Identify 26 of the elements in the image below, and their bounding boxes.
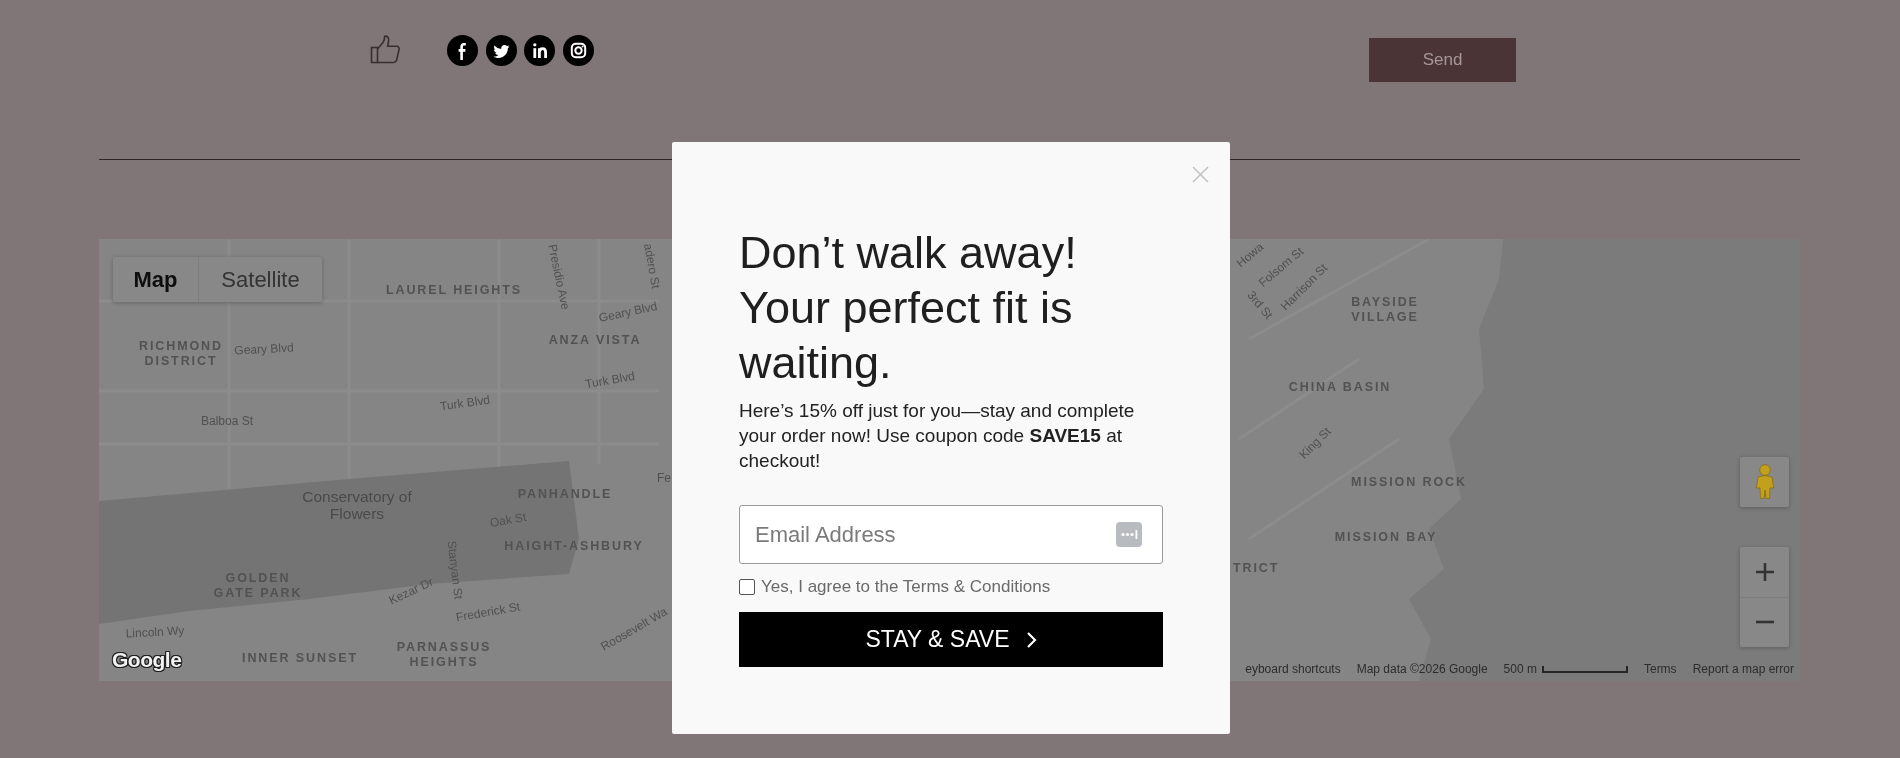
minus-icon [1754, 620, 1775, 625]
map-type-tab[interactable]: Map [113, 257, 198, 302]
thumbs-up-icon[interactable] [370, 34, 401, 66]
scale-bar-icon [1541, 665, 1628, 673]
terms-link[interactable]: Terms [1643, 662, 1677, 676]
stay-and-save-button[interactable]: STAY & SAVE [739, 612, 1163, 667]
terms-checkbox[interactable] [739, 579, 755, 595]
scale-text: 500 m [1503, 662, 1537, 676]
chevron-right-icon [1025, 630, 1037, 649]
report-error-link[interactable]: Report a map error [1692, 662, 1794, 676]
linkedin-icon[interactable] [524, 35, 555, 66]
plus-icon [1754, 561, 1775, 582]
twitter-icon[interactable] [485, 35, 517, 66]
map-logo: Google [112, 648, 182, 672]
email-field[interactable]: Email Address [739, 505, 1163, 564]
map-data-text: Map data ©2026 Google [1356, 662, 1488, 676]
keyboard-shortcuts-link[interactable]: eyboard shortcuts [1245, 662, 1341, 676]
popup-heading: Don’t walk away! Your perfect fit is waiting. [739, 226, 1078, 390]
popup-message: Here’s 15% off just for you—stay and complete your order now! Use coupon code SAVE15 at checkout! [739, 399, 1136, 473]
terms-label: Yes, I agree to the Terms & Conditions [761, 577, 1051, 597]
send-button[interactable]: Send [1369, 38, 1516, 82]
dots-icon[interactable] [1116, 522, 1142, 547]
map-type-tab[interactable]: Satellite [198, 257, 322, 302]
instagram-icon[interactable] [562, 35, 594, 66]
person-icon [1753, 464, 1776, 500]
facebook-icon[interactable] [447, 35, 478, 66]
